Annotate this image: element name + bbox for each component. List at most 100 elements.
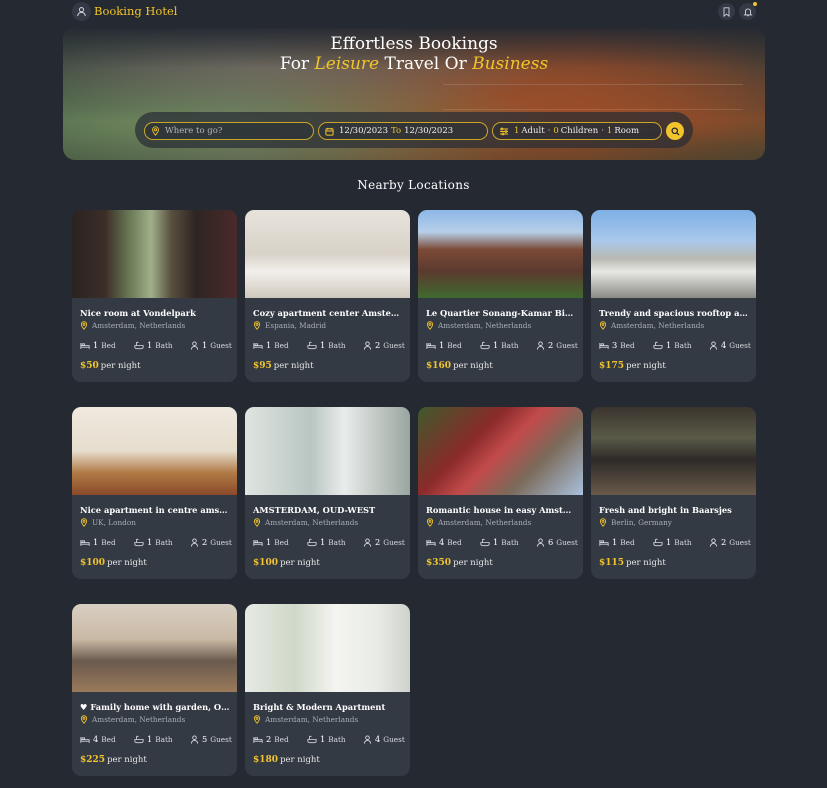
listing-price: $100 per night (253, 558, 320, 568)
bath-icon (307, 735, 317, 743)
listing-card[interactable]: AMSTERDAM, OUD-WEST Amsterdam, Netherland… (245, 407, 410, 579)
bookmark-button[interactable] (718, 3, 735, 20)
listing-card[interactable]: Nice apartment in centre amsterdam UK, Lo… (72, 407, 237, 579)
listing-card[interactable]: Nice room at Vondelpark Amsterdam, Nether… (72, 210, 237, 382)
guest-icon (363, 340, 372, 350)
location-pin-icon (152, 126, 159, 136)
user-avatar-button[interactable] (72, 2, 91, 21)
search-bar: Where to go? 12/30/2023 To 12/30/2023 1 … (135, 112, 693, 148)
listing-title[interactable]: Cozy apartment center Amsterdam (253, 308, 403, 318)
user-icon (77, 7, 86, 17)
listing-card[interactable]: Romantic house in easy Amsterdam... Amste… (418, 407, 583, 579)
guests-info: 2 Guest (190, 537, 232, 547)
beds-info: 3 Bed (599, 340, 635, 350)
guest-icon (536, 340, 545, 350)
listing-location: Amsterdam, Netherlands (426, 518, 531, 527)
listing-photo[interactable] (72, 604, 237, 692)
listing-title[interactable]: ♥ Family home with garden, Oud West (80, 702, 230, 712)
guests-info: 2 Guest (536, 340, 578, 350)
listing-location: Amsterdam, Netherlands (80, 715, 185, 724)
listing-card[interactable]: Trendy and spacious rooftop apt (11... Am… (591, 210, 756, 382)
bed-icon (80, 539, 90, 546)
listing-title[interactable]: Le Quartier Sonang-Kamar Bidadari (426, 308, 576, 318)
baths-info: 1 Bath (480, 537, 519, 547)
bath-icon (307, 341, 317, 349)
listing-photo[interactable] (418, 407, 583, 495)
date-range-input[interactable]: 12/30/2023 To 12/30/2023 (318, 122, 488, 140)
bed-icon (426, 342, 436, 349)
listing-price: $95 per night (253, 361, 314, 371)
bed-icon (426, 539, 436, 546)
baths-info: 1 Bath (307, 734, 346, 744)
notifications-button[interactable] (739, 2, 757, 20)
location-pin-icon (253, 518, 261, 527)
brand-title[interactable]: Booking Hotel (94, 4, 177, 18)
bookmark-icon (723, 6, 730, 17)
guest-icon (190, 734, 199, 744)
baths-info: 1 Bath (307, 537, 346, 547)
listing-title[interactable]: Romantic house in easy Amsterdam... (426, 505, 576, 515)
guests-info: 5 Guest (190, 734, 232, 744)
bath-icon (134, 735, 144, 743)
location-pin-icon (426, 321, 434, 330)
listing-title[interactable]: Fresh and bright in Baarsjes (599, 505, 749, 515)
listing-title[interactable]: Bright & Modern Apartment (253, 702, 403, 712)
hero-banner: Effortless Bookings For Leisure Travel O… (63, 28, 765, 160)
listing-card[interactable]: Fresh and bright in Baarsjes Berlin, Germ… (591, 407, 756, 579)
baths-info: 1 Bath (480, 340, 519, 350)
bath-icon (134, 341, 144, 349)
listing-price: $225 per night (80, 755, 147, 765)
beds-info: 2 Bed (253, 734, 289, 744)
listing-title[interactable]: Nice room at Vondelpark (80, 308, 230, 318)
listing-photo[interactable] (72, 210, 237, 298)
beds-info: 1 Bed (426, 340, 462, 350)
listing-photo[interactable] (591, 407, 756, 495)
listing-photo[interactable] (591, 210, 756, 298)
listing-amenities: 2 Bed 1 Bath 4 Guest (253, 734, 405, 746)
listing-card[interactable]: Le Quartier Sonang-Kamar Bidadari Amsterd… (418, 210, 583, 382)
guest-icon (190, 340, 199, 350)
bed-icon (253, 539, 263, 546)
guests-input[interactable]: 1 Adult · 0 Children · 1 Room (492, 122, 662, 140)
baths-info: 1 Bath (134, 734, 173, 744)
destination-input[interactable]: Where to go? (144, 122, 314, 140)
listing-card[interactable]: Cozy apartment center Amsterdam Espania, … (245, 210, 410, 382)
location-pin-icon (80, 321, 88, 330)
bath-icon (134, 538, 144, 546)
guests-info: 2 Guest (363, 340, 405, 350)
guest-icon (363, 734, 372, 744)
guest-icon (709, 537, 718, 547)
listing-title[interactable]: AMSTERDAM, OUD-WEST (253, 505, 403, 515)
listing-price: $350 per night (426, 558, 493, 568)
listing-photo[interactable] (245, 604, 410, 692)
guests-info: 6 Guest (536, 537, 578, 547)
location-pin-icon (599, 518, 607, 527)
listing-price: $50 per night (80, 361, 141, 371)
bed-icon (80, 736, 90, 743)
beds-info: 1 Bed (253, 537, 289, 547)
listing-title[interactable]: Nice apartment in centre amsterdam (80, 505, 230, 515)
search-button[interactable] (666, 122, 684, 140)
bath-icon (480, 538, 490, 546)
beds-info: 1 Bed (80, 537, 116, 547)
listing-card[interactable]: Bright & Modern Apartment Amsterdam, Neth… (245, 604, 410, 776)
beds-info: 1 Bed (599, 537, 635, 547)
bath-icon (480, 341, 490, 349)
hero-title: Effortless Bookings For Leisure Travel O… (279, 34, 549, 74)
bed-icon (599, 539, 609, 546)
baths-info: 1 Bath (653, 537, 692, 547)
calendar-icon (325, 127, 334, 136)
listing-photo[interactable] (245, 407, 410, 495)
bath-icon (307, 538, 317, 546)
listing-title[interactable]: Trendy and spacious rooftop apt (11... (599, 308, 749, 318)
listing-card[interactable]: ♥ Family home with garden, Oud West Amste… (72, 604, 237, 776)
guest-icon (536, 537, 545, 547)
section-title: Nearby Locations (357, 178, 470, 192)
listing-amenities: 4 Bed 1 Bath 5 Guest (80, 734, 232, 746)
listing-photo[interactable] (72, 407, 237, 495)
listing-photo[interactable] (245, 210, 410, 298)
listing-price: $180 per night (253, 755, 320, 765)
listing-amenities: 1 Bed 1 Bath 2 Guest (599, 537, 751, 549)
listing-location: Espania, Madrid (253, 321, 326, 330)
listing-photo[interactable] (418, 210, 583, 298)
